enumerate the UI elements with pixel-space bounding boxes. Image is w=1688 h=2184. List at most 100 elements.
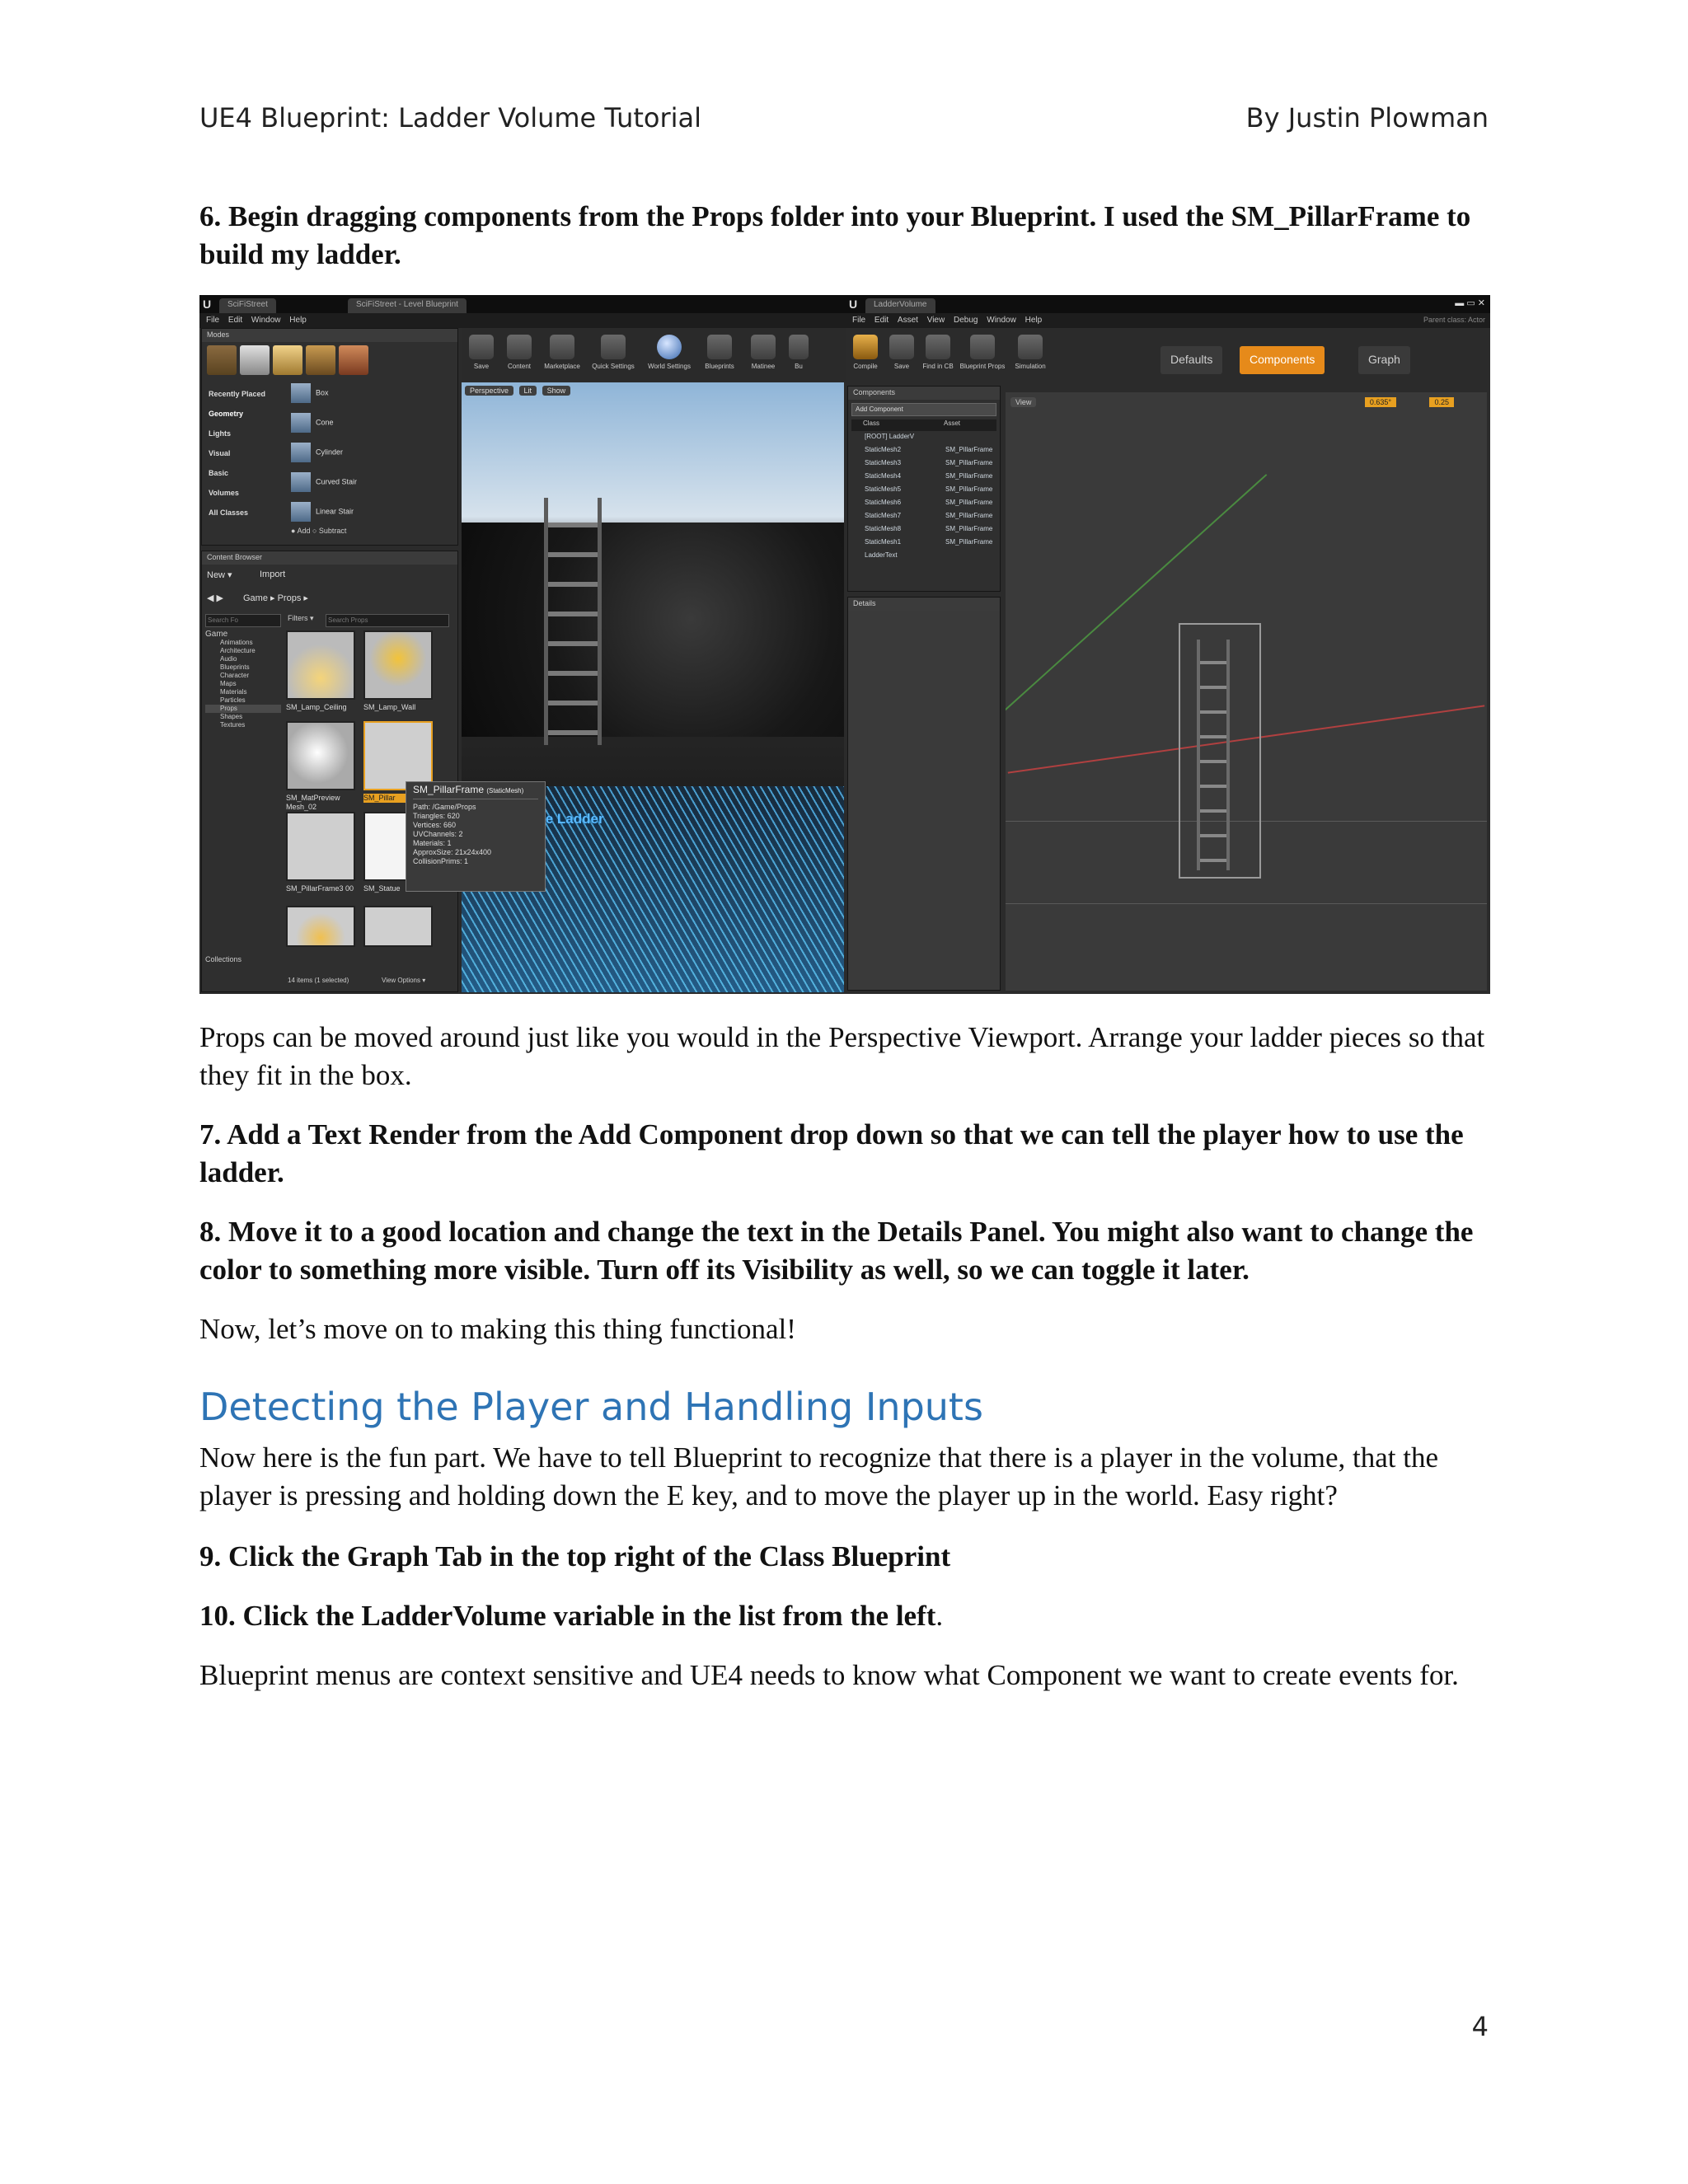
filters-dropdown[interactable]: Filters ▾ xyxy=(288,614,314,623)
asset-thumb-extra-1[interactable] xyxy=(286,906,355,947)
folder-audio[interactable]: Audio xyxy=(205,655,281,663)
blueprint-props-button[interactable]: Blueprint Props xyxy=(958,335,1007,381)
shape-linear-stair[interactable]: Linear Stair xyxy=(291,502,354,525)
asset-thumb-pillarframe300[interactable] xyxy=(286,812,355,881)
menu-view[interactable]: View xyxy=(927,316,945,325)
shape-curved-stair[interactable]: Curved Stair xyxy=(291,472,357,495)
asset-thumb-pillar-selected[interactable] xyxy=(363,721,433,790)
component-row[interactable]: StaticMesh5 SM_PillarFrame xyxy=(853,485,996,499)
asset-search-input[interactable]: Search Props xyxy=(326,614,449,627)
folder-shapes[interactable]: Shapes xyxy=(205,713,281,721)
asset-thumb-lamp-ceiling[interactable] xyxy=(286,630,355,700)
shape-cylinder[interactable]: Cylinder xyxy=(291,443,343,466)
breadcrumb[interactable]: Game ▸ Props ▸ xyxy=(243,593,308,603)
content-button[interactable]: Content xyxy=(503,335,536,381)
box-icon xyxy=(291,383,311,403)
component-row[interactable]: LadderText xyxy=(853,551,996,565)
folder-search-input[interactable]: Search Fo xyxy=(205,614,281,627)
tab-components[interactable]: Components xyxy=(1240,346,1325,374)
quick-settings-button[interactable]: Quick Settings xyxy=(588,335,638,381)
folder-maps[interactable]: Maps xyxy=(205,680,281,688)
viewport-perspective-button[interactable]: Perspective xyxy=(465,386,514,396)
menu-file[interactable]: File xyxy=(206,316,219,325)
back-forward-icon[interactable]: ◀ ▶ xyxy=(207,593,223,603)
paint-mode-icon[interactable] xyxy=(240,345,270,375)
marketplace-button[interactable]: Marketplace xyxy=(541,335,584,381)
menu-file[interactable]: File xyxy=(852,316,865,325)
component-row[interactable]: StaticMesh8 SM_PillarFrame xyxy=(853,525,996,538)
view-button[interactable]: View xyxy=(1010,397,1037,407)
component-viewport[interactable]: View 0.635° 0.25 xyxy=(1006,392,1487,991)
menu-asset[interactable]: Asset xyxy=(898,316,918,325)
folder-props[interactable]: Props xyxy=(205,705,281,713)
add-subtract-toggle[interactable]: ● Add ○ Subtract xyxy=(291,527,346,535)
import-button[interactable]: Import xyxy=(260,569,285,579)
build-button[interactable]: Bu xyxy=(786,335,811,381)
matinee-button[interactable]: Matinee xyxy=(745,335,781,381)
tooltip-type: (StaticMesh) xyxy=(486,787,524,794)
view-options-button[interactable]: View Options ▾ xyxy=(382,977,425,984)
world-settings-button[interactable]: World Settings xyxy=(645,335,694,381)
folder-particles[interactable]: Particles xyxy=(205,696,281,705)
component-row[interactable]: StaticMesh2 SM_PillarFrame xyxy=(853,446,996,459)
category-lights[interactable]: Lights xyxy=(209,429,231,438)
folder-architecture[interactable]: Architecture xyxy=(205,647,281,655)
simulation-button[interactable]: Simulation xyxy=(1010,335,1050,381)
category-all-classes[interactable]: All Classes xyxy=(209,509,248,517)
perspective-viewport[interactable]: Perspective Lit Show ress E To Use Ladde… xyxy=(462,382,844,992)
viewport-lit-button[interactable]: Lit xyxy=(518,386,537,396)
folder-materials[interactable]: Materials xyxy=(205,688,281,696)
category-visual[interactable]: Visual xyxy=(209,449,230,457)
shape-cone[interactable]: Cone xyxy=(291,413,334,436)
step-10-bold: 10. Click the LadderVolume variable in t… xyxy=(199,1600,936,1632)
menu-edit[interactable]: Edit xyxy=(874,316,889,325)
place-mode-icon[interactable] xyxy=(207,345,237,375)
category-basic[interactable]: Basic xyxy=(209,469,228,477)
category-recently-placed[interactable]: Recently Placed xyxy=(209,390,265,398)
shape-box[interactable]: Box xyxy=(291,383,329,406)
menu-edit[interactable]: Edit xyxy=(228,316,242,325)
tab-level-blueprint[interactable]: SciFiStreet - Level Blueprint xyxy=(348,298,467,313)
component-row[interactable]: StaticMesh4 SM_PillarFrame xyxy=(853,472,996,485)
component-row[interactable]: StaticMesh1 SM_PillarFrame xyxy=(853,538,996,551)
compile-button[interactable]: Compile xyxy=(849,335,882,381)
blueprints-button[interactable]: Blueprints xyxy=(699,335,740,381)
find-in-cb-button[interactable]: Find in CB xyxy=(921,335,954,381)
menu-debug[interactable]: Debug xyxy=(954,316,978,325)
folder-game[interactable]: Game xyxy=(205,630,281,639)
rotation-snap-value[interactable]: 0.635° xyxy=(1364,397,1396,407)
tab-defaults[interactable]: Defaults xyxy=(1160,346,1223,374)
menu-window[interactable]: Window xyxy=(987,316,1016,325)
geometry-mode-icon[interactable] xyxy=(339,345,368,375)
folder-blueprints[interactable]: Blueprints xyxy=(205,663,281,672)
component-row[interactable]: StaticMesh7 SM_PillarFrame xyxy=(853,512,996,525)
tab-scifistreet[interactable]: SciFiStreet xyxy=(219,298,276,313)
add-component-dropdown[interactable]: Add Component xyxy=(851,403,996,416)
component-row[interactable]: [ROOT] LadderV xyxy=(853,433,996,446)
tab-graph[interactable]: Graph xyxy=(1358,346,1410,374)
folder-animations[interactable]: Animations xyxy=(205,639,281,647)
component-row[interactable]: StaticMesh6 SM_PillarFrame xyxy=(853,499,996,512)
new-button[interactable]: New ▾ xyxy=(207,569,232,580)
category-volumes[interactable]: Volumes xyxy=(209,489,239,497)
menu-help[interactable]: Help xyxy=(289,316,307,325)
shape-linear-stair-label: Linear Stair xyxy=(316,507,354,516)
landscape-mode-icon[interactable] xyxy=(273,345,302,375)
folder-textures[interactable]: Textures xyxy=(205,721,281,729)
asset-thumb-extra-2[interactable] xyxy=(363,906,433,947)
category-geometry[interactable]: Geometry xyxy=(209,410,243,418)
asset-thumb-lamp-wall[interactable] xyxy=(363,630,433,700)
menu-help[interactable]: Help xyxy=(1025,316,1043,325)
component-row[interactable]: StaticMesh3 SM_PillarFrame xyxy=(853,459,996,472)
menu-window[interactable]: Window xyxy=(251,316,281,325)
folder-character[interactable]: Character xyxy=(205,672,281,680)
scale-snap-value[interactable]: 0.25 xyxy=(1429,397,1454,407)
window-controls[interactable]: ▬ ▭ ✕ xyxy=(1455,298,1485,308)
viewport-show-button[interactable]: Show xyxy=(542,386,571,396)
foliage-mode-icon[interactable] xyxy=(306,345,335,375)
bp-save-button[interactable]: Save xyxy=(885,335,918,381)
asset-thumb-matpreview[interactable] xyxy=(286,721,355,790)
save-button[interactable]: Save xyxy=(465,335,498,381)
tab-laddervolume[interactable]: LadderVolume xyxy=(865,298,935,313)
collections-toggle[interactable]: Collections xyxy=(205,955,241,963)
